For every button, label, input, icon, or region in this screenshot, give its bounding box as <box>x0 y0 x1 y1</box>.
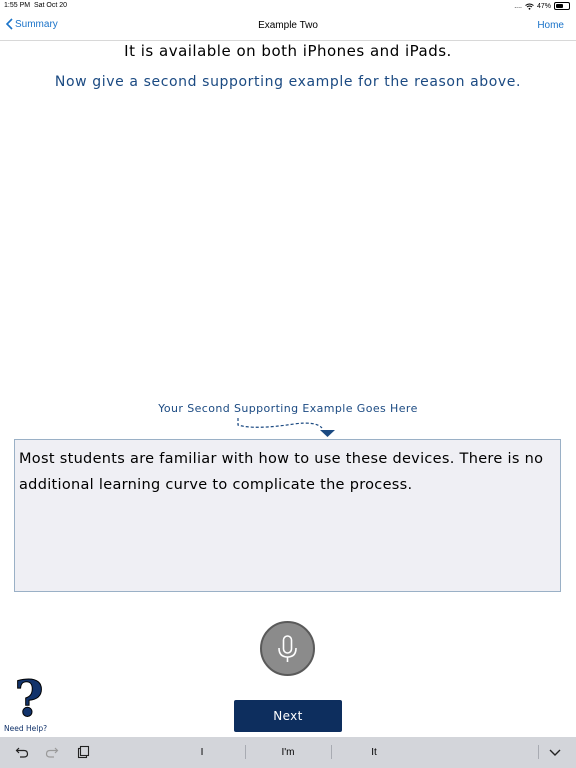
navigation-bar: Summary Example Two Home <box>0 12 576 41</box>
suggestion-divider <box>331 745 332 759</box>
question-mark-icon: ? <box>14 669 44 728</box>
page-title: Example Two <box>258 20 318 31</box>
signal-dots: .... <box>514 2 522 10</box>
answer-text: Most students are familiar with how to u… <box>19 451 544 493</box>
status-time: 1:55 PM <box>4 2 31 9</box>
status-indicators: .... 47% <box>514 2 570 10</box>
wifi-icon <box>525 3 534 10</box>
next-button[interactable]: Next <box>234 700 342 732</box>
suggestion-divider <box>538 745 539 759</box>
paste-icon[interactable] <box>76 745 90 759</box>
need-help-button[interactable]: ? Need Help? <box>4 669 54 733</box>
undo-icon[interactable] <box>15 745 29 759</box>
suggestion-2[interactable]: I'm <box>248 747 328 758</box>
status-bar: 1:55 PM Sat Oct 20 .... 47% <box>0 0 576 12</box>
suggestion-3[interactable]: It <box>334 747 414 758</box>
chevron-down-icon[interactable] <box>548 745 562 759</box>
keyboard-shortcut-bar: I I'm It <box>0 737 576 768</box>
suggestion-1[interactable]: I <box>162 747 242 758</box>
answer-field-label: Your Second Supporting Example Goes Here <box>158 402 418 415</box>
home-button[interactable]: Home <box>537 20 564 31</box>
answer-text-area[interactable]: Most students are familiar with how to u… <box>14 439 561 592</box>
battery-level <box>556 4 563 8</box>
battery-icon <box>554 2 570 10</box>
status-time-date: 1:55 PM Sat Oct 20 <box>4 2 67 9</box>
suggestion-divider <box>245 745 246 759</box>
status-date: Sat Oct 20 <box>33 2 68 9</box>
instruction-text: Now give a second supporting example for… <box>54 74 522 90</box>
dashed-arrow-icon <box>237 418 335 437</box>
microphone-button[interactable] <box>260 621 315 676</box>
reason-text: It is available on both iPhones and iPad… <box>124 42 452 60</box>
need-help-label: Need Help? <box>4 724 48 733</box>
microphone-icon <box>278 635 297 662</box>
battery-percent: 47% <box>536 2 551 10</box>
redo-icon[interactable] <box>45 745 59 759</box>
